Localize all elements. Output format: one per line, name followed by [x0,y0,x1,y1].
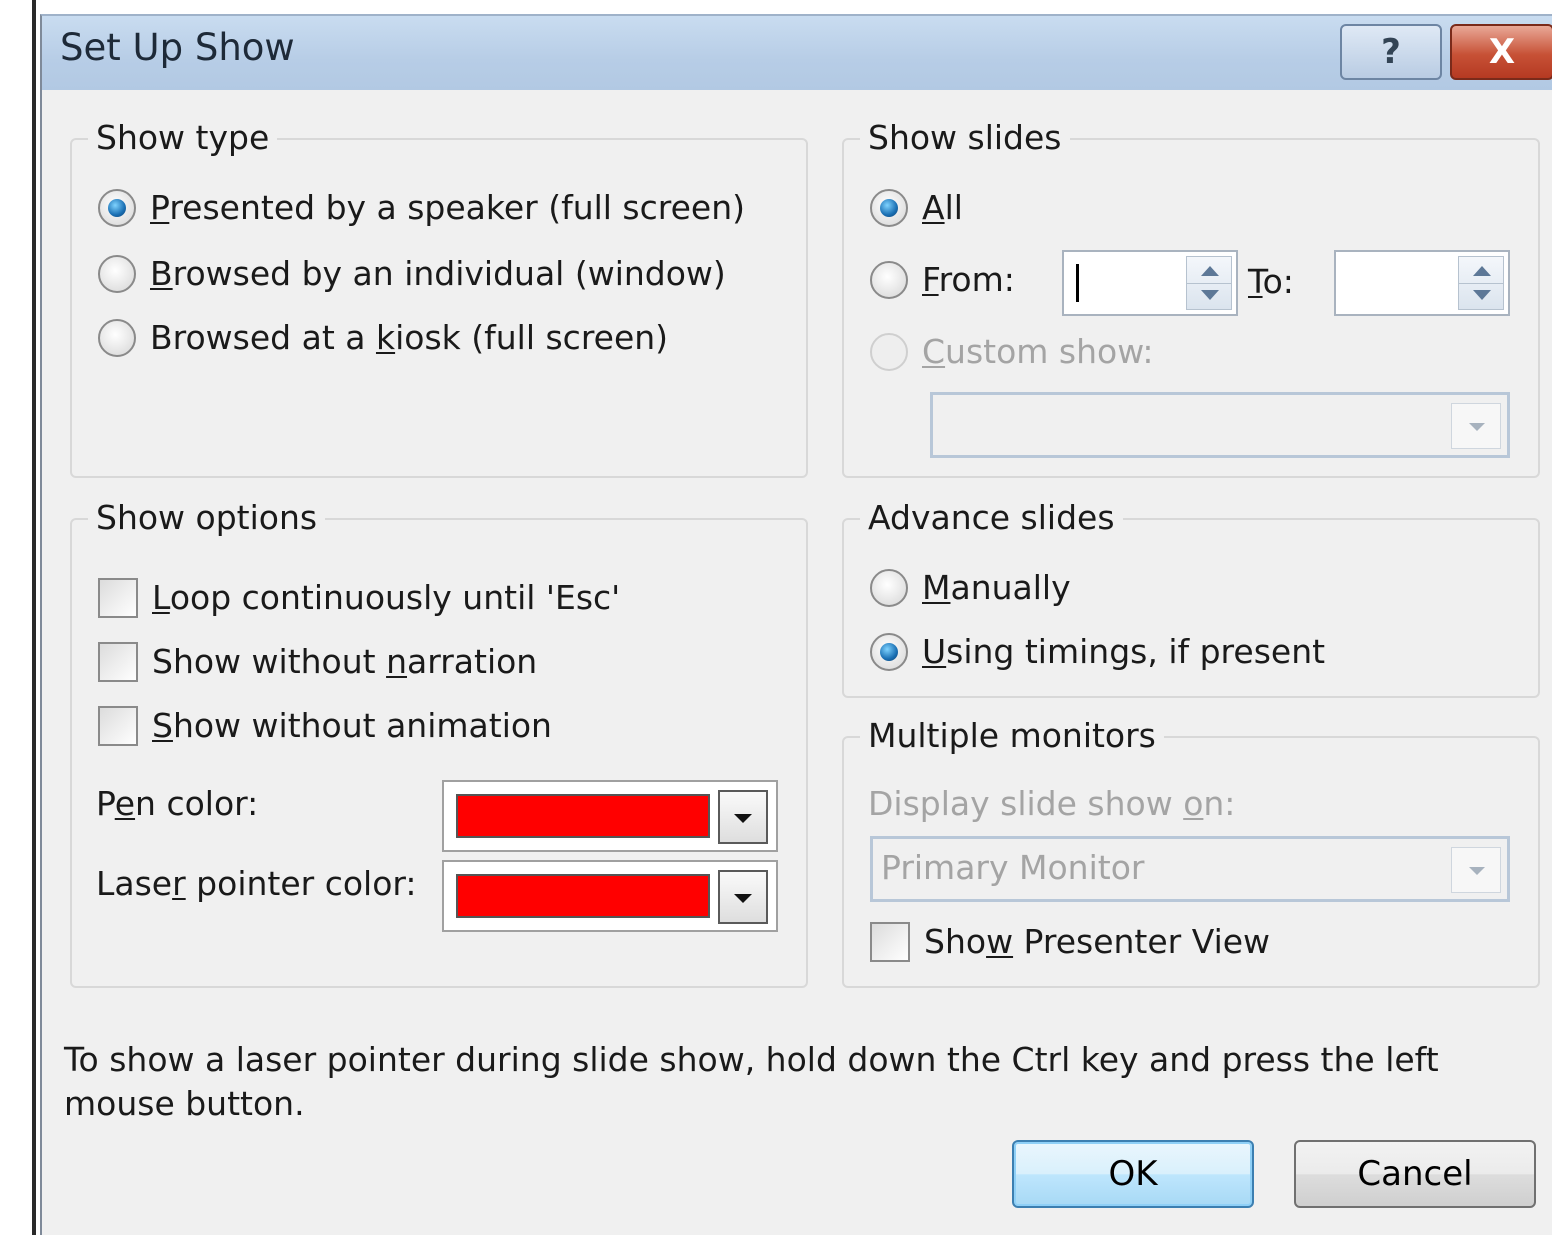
laser-color-dropdown[interactable] [442,860,778,932]
radio-browsed-at-kiosk[interactable]: Browsed at a kiosk (full screen) [98,318,668,358]
from-spin-arrows[interactable] [1186,256,1232,310]
radio-button[interactable] [870,261,908,299]
to-slide-input[interactable] [1334,250,1510,316]
radio-label: Browsed by an individual (window) [150,254,726,293]
radio-button[interactable] [98,189,136,227]
radio-label: Custom show: [922,332,1154,371]
radio-presented-by-speaker[interactable]: Presented by a speaker (full screen) [98,188,745,228]
checkbox-label: Loop continuously until 'Esc' [152,578,621,617]
ok-button[interactable]: OK [1012,1140,1254,1208]
radio-from-slides[interactable]: From: [870,260,1015,300]
radio-manually[interactable]: Manually [870,568,1071,608]
chevron-down-icon [1451,847,1501,893]
multiple-monitors-legend: Multiple monitors [860,716,1164,756]
custom-show-dropdown [930,392,1510,458]
laser-pointer-hint: To show a laser pointer during slide sho… [64,1040,1439,1123]
laser-color-label: Laser pointer color: [96,864,417,903]
radio-custom-show: Custom show: [870,332,1154,372]
checkbox-label: Show without animation [152,706,552,745]
radio-button[interactable] [98,255,136,293]
display-on-label: Display slide show on: [868,784,1236,823]
to-spin-arrows[interactable] [1458,256,1504,310]
title-bar[interactable]: Set Up Show ? X [42,16,1552,90]
spin-up-icon[interactable] [1201,266,1219,276]
help-icon: ? [1381,32,1401,72]
chevron-down-icon[interactable] [718,790,768,844]
radio-button[interactable] [870,633,908,671]
monitor-dropdown: Primary Monitor [870,836,1510,902]
spin-up-icon[interactable] [1473,266,1491,276]
to-label: To: [1248,262,1294,301]
radio-label: Manually [922,568,1071,607]
checkbox[interactable] [98,578,138,618]
checkbox-presenter-view[interactable]: Show Presenter View [870,922,1270,962]
radio-label: From: [922,260,1015,299]
spin-down-icon[interactable] [1201,290,1219,300]
pen-color-label: Pen color: [96,784,259,823]
help-button[interactable]: ? [1340,24,1442,80]
radio-all-slides[interactable]: All [870,188,963,228]
radio-using-timings[interactable]: Using timings, if present [870,632,1325,672]
close-icon: X [1488,32,1516,72]
cancel-button[interactable]: Cancel [1294,1140,1536,1208]
set-up-show-dialog: Set Up Show ? X Show type Presented by a… [40,14,1552,1235]
chevron-down-icon [1451,403,1501,449]
pen-color-swatch [456,794,710,838]
radio-button[interactable] [870,189,908,227]
radio-button[interactable] [870,569,908,607]
checkbox[interactable] [98,642,138,682]
checkbox[interactable] [98,706,138,746]
close-button[interactable]: X [1450,24,1552,80]
radio-label: Browsed at a kiosk (full screen) [150,318,669,357]
background-window-border [32,0,36,1235]
advance-slides-legend: Advance slides [860,498,1123,538]
checkbox[interactable] [870,922,910,962]
radio-browsed-by-individual[interactable]: Browsed by an individual (window) [98,254,726,294]
checkbox-loop-continuously[interactable]: Loop continuously until 'Esc' [98,578,620,618]
radio-button [870,333,908,371]
radio-button[interactable] [98,319,136,357]
chevron-down-icon[interactable] [718,870,768,924]
pen-color-dropdown[interactable] [442,780,778,852]
show-slides-legend: Show slides [860,118,1070,158]
from-slide-input[interactable] [1062,250,1238,316]
radio-label: Presented by a speaker (full screen) [150,188,746,227]
radio-label: Using timings, if present [922,632,1326,671]
laser-color-swatch [456,874,710,918]
text-caret [1076,264,1079,302]
spin-divider [1187,283,1231,284]
checkbox-without-narration[interactable]: Show without narration [98,642,537,682]
monitor-value: Primary Monitor [881,848,1145,887]
checkbox-without-animation[interactable]: Show without animation [98,706,552,746]
spin-divider [1459,283,1503,284]
spin-down-icon[interactable] [1473,290,1491,300]
radio-label: All [922,188,963,227]
checkbox-label: Show Presenter View [924,922,1271,961]
background-window-edge [0,0,40,1235]
dialog-title: Set Up Show [60,26,295,69]
checkbox-label: Show without narration [152,642,538,681]
show-type-legend: Show type [88,118,278,158]
show-options-legend: Show options [88,498,326,538]
